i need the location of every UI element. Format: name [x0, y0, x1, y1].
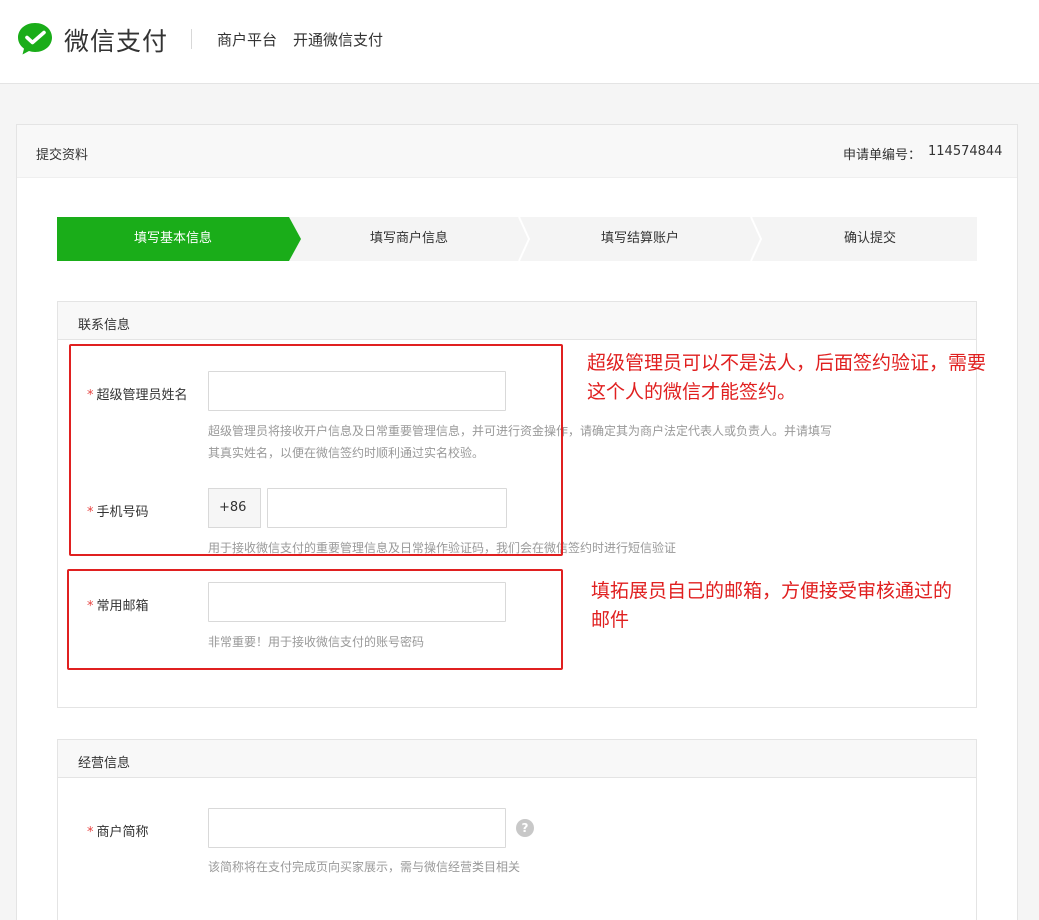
- admin-annotation-line1: 超级管理员可以不是法人，后面签约验证，需要: [587, 352, 987, 374]
- step-basic-info[interactable]: 填写基本信息: [57, 217, 289, 261]
- admin-annotation-line2: 这个人的微信才能签约。: [587, 381, 797, 403]
- logo-text[interactable]: 微信支付: [64, 22, 168, 58]
- email-highlight-box: [67, 569, 563, 670]
- business-section-header: 经营信息: [58, 740, 976, 778]
- wechat-pay-logo-icon[interactable]: [16, 21, 54, 57]
- admin-phone-highlight-box: [69, 344, 563, 556]
- short-name-label-text: 商户简称: [96, 825, 149, 840]
- email-annotation: 填拓展员自己的邮箱，方便接受审核通过的 邮件: [591, 577, 1031, 635]
- panel-header: 提交资料 申请单编号： 114574844: [17, 125, 1017, 178]
- application-no-value: 114574844: [928, 144, 1003, 159]
- short-name-hint: 该简称将在支付完成页向买家展示，需与微信经营类目相关: [208, 860, 521, 874]
- contact-section-title: 联系信息: [78, 318, 131, 333]
- nav-merchant-platform[interactable]: 商户平台: [217, 29, 277, 50]
- help-question-icon[interactable]: ?: [516, 819, 534, 837]
- email-annotation-line2: 邮件: [591, 609, 630, 631]
- application-no-label: 申请单编号：: [843, 148, 922, 163]
- nav-open-wechat-pay[interactable]: 开通微信支付: [293, 29, 383, 50]
- contact-section-header: 联系信息: [58, 302, 976, 340]
- business-info-section: 经营信息 * 商户简称 ? 该简称将在支付完成页向买家展示，需与微信经营类目相关: [57, 739, 977, 920]
- step-settlement-account[interactable]: 填写结算账户: [531, 217, 749, 261]
- step-divider: [518, 217, 531, 261]
- top-header: 微信支付 商户平台 开通微信支付: [0, 0, 1039, 84]
- required-mark: *: [87, 825, 94, 840]
- short-name-input[interactable]: [208, 808, 506, 848]
- business-section-title: 经营信息: [78, 756, 131, 771]
- short-name-label: * 商户简称: [87, 821, 149, 840]
- email-annotation-line1: 填拓展员自己的邮箱，方便接受审核通过的: [591, 580, 953, 602]
- page-title: 提交资料: [36, 148, 89, 163]
- progress-steps: 填写基本信息 填写商户信息 填写结算账户 确认提交: [57, 217, 977, 261]
- step-confirm-submit[interactable]: 确认提交: [763, 217, 977, 261]
- admin-annotation: 超级管理员可以不是法人，后面签约验证，需要 这个人的微信才能签约。: [587, 349, 1037, 407]
- step-divider: [750, 217, 763, 261]
- header-divider: [191, 29, 192, 49]
- step-merchant-info[interactable]: 填写商户信息: [301, 217, 517, 261]
